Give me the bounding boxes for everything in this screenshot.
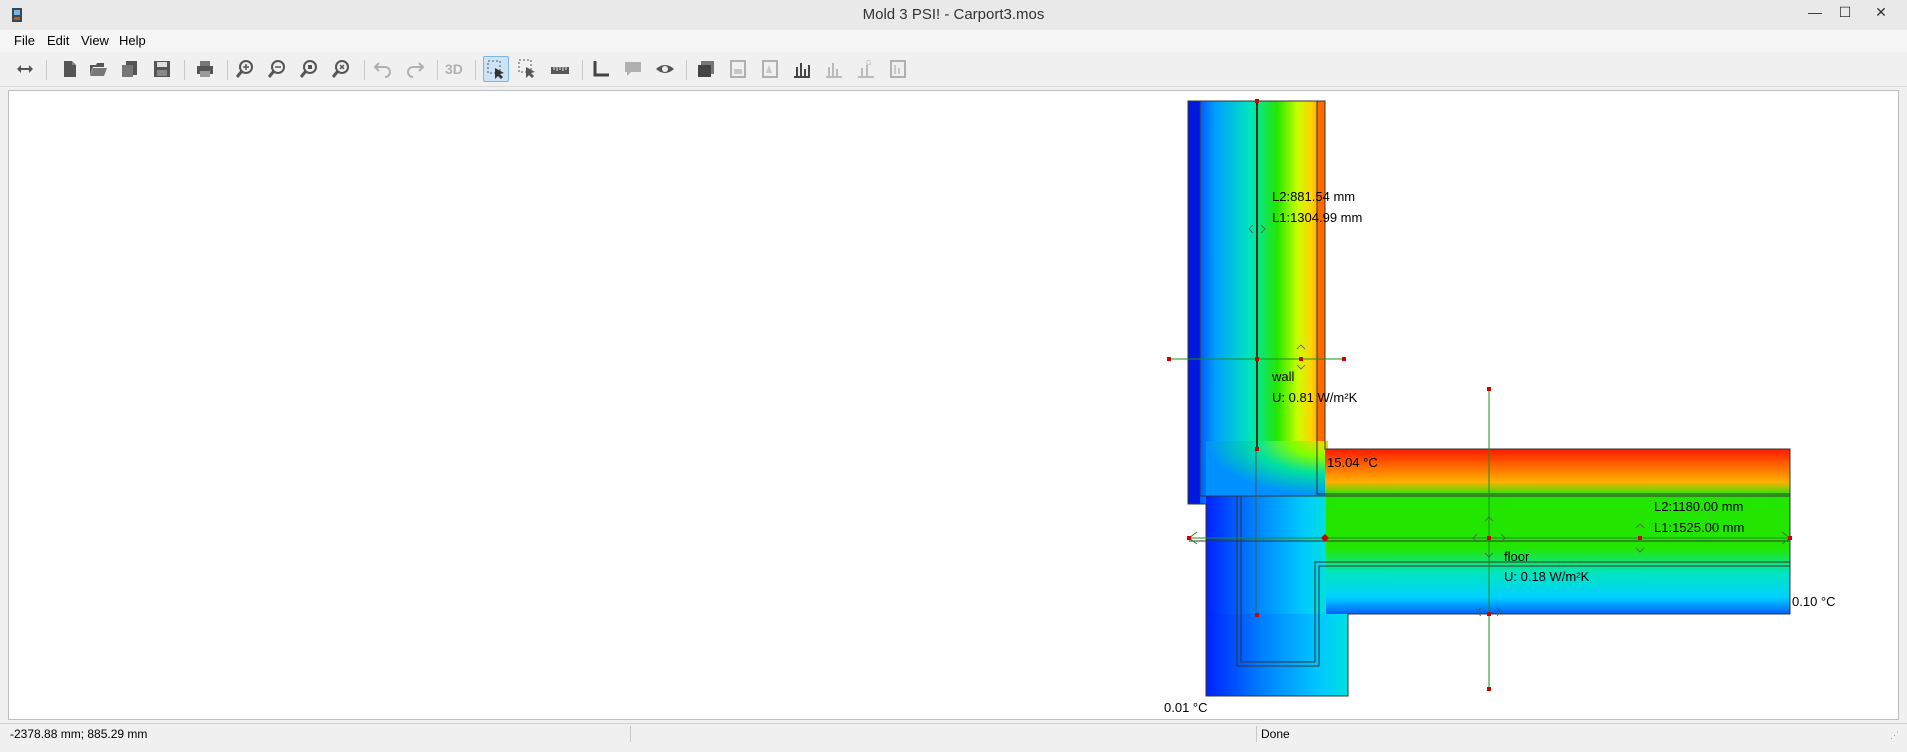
menu-view[interactable]: View	[81, 33, 109, 48]
status-divider	[630, 726, 631, 742]
print-icon[interactable]	[192, 56, 218, 82]
three-d-button[interactable]: 3D	[442, 56, 468, 82]
floor-l1-label: L1:1525.00 mm	[1654, 520, 1744, 535]
toolbar-separator	[437, 60, 438, 80]
layers-icon[interactable]	[693, 56, 719, 82]
status-message: Done	[1261, 727, 1290, 741]
zoom-fit-icon[interactable]	[296, 56, 322, 82]
ruler-icon[interactable]	[547, 56, 573, 82]
graph-icon[interactable]: G	[853, 56, 879, 82]
menu-help[interactable]: Help	[119, 33, 146, 48]
report-icon[interactable]	[725, 56, 751, 82]
three-d-label: 3D	[445, 61, 463, 77]
select-region-icon[interactable]	[515, 56, 541, 82]
close-button[interactable]: ✕	[1866, 0, 1896, 26]
menu-bar: File Edit View Help	[0, 30, 1907, 52]
svg-text:G: G	[866, 60, 871, 67]
swap-horizontal-icon[interactable]	[12, 56, 38, 82]
resize-grip-icon[interactable]: ⋰	[1890, 730, 1899, 741]
foundation-footing[interactable]	[1206, 614, 1348, 696]
status-bar: -2378.88 mm; 885.29 mm Done ⋰	[0, 723, 1907, 744]
menu-edit[interactable]: Edit	[47, 33, 69, 48]
new-file-icon[interactable]	[57, 56, 83, 82]
thermal-drawing[interactable]: L2:881.54 mm L1:1304.99 mm wall U: 0.81 …	[9, 91, 1898, 719]
wall-name-label: wall	[1271, 369, 1295, 384]
select-pointer-icon[interactable]	[483, 56, 509, 82]
toolbar-separator	[46, 60, 47, 80]
inside-temperature-label: 15.04 °C	[1327, 455, 1378, 470]
redo-icon[interactable]	[402, 56, 428, 82]
toolbar-separator	[184, 60, 185, 80]
menu-file[interactable]: File	[14, 33, 35, 48]
toolbar-separator	[475, 60, 476, 80]
maximize-button[interactable]: ☐	[1830, 0, 1860, 26]
chart-disabled-icon[interactable]	[821, 56, 847, 82]
toolbar: 3D G	[0, 52, 1907, 87]
zoom-in-icon[interactable]	[232, 56, 258, 82]
wall-l2-label: L2:881.54 mm	[1272, 189, 1355, 204]
zoom-reset-icon[interactable]	[328, 56, 354, 82]
bottom-temperature-label: 0.01 °C	[1164, 700, 1208, 715]
floor-u-value: U: 0.18 W/m²K	[1504, 569, 1590, 584]
corner-region	[1206, 441, 1328, 496]
window-title: Mold 3 PSI! - Carport3.mos	[862, 6, 1045, 23]
save-icon[interactable]	[149, 56, 175, 82]
eye-icon[interactable]	[652, 56, 678, 82]
wall-outer-layer	[1188, 101, 1200, 504]
comment-icon[interactable]	[620, 56, 646, 82]
wall-l1-label: L1:1304.99 mm	[1272, 210, 1362, 225]
cursor-coordinates: -2378.88 mm; 885.29 mm	[10, 727, 148, 741]
foundation-upper	[1206, 496, 1326, 614]
wall-u-value: U: 0.81 W/m²K	[1272, 390, 1358, 405]
export-chart-icon[interactable]	[885, 56, 911, 82]
title-bar: Mold 3 PSI! - Carport3.mos — ☐ ✕	[0, 0, 1907, 31]
import-icon[interactable]	[117, 56, 143, 82]
toolbar-separator	[582, 60, 583, 80]
report-detail-icon[interactable]	[757, 56, 783, 82]
undo-icon[interactable]	[370, 56, 396, 82]
status-divider	[1256, 726, 1257, 742]
drawing-canvas[interactable]: L2:881.54 mm L1:1304.99 mm wall U: 0.81 …	[8, 90, 1899, 720]
zoom-out-icon[interactable]	[264, 56, 290, 82]
angle-icon[interactable]	[588, 56, 614, 82]
toolbar-separator	[364, 60, 365, 80]
toolbar-separator	[227, 60, 228, 80]
floor-name-label: floor	[1504, 549, 1530, 564]
open-file-icon[interactable]	[85, 56, 111, 82]
minimize-button[interactable]: —	[1800, 0, 1830, 26]
right-temperature-label: 0.10 °C	[1792, 594, 1836, 609]
toolbar-separator	[686, 60, 687, 80]
chart-icon[interactable]	[789, 56, 815, 82]
floor-l2-label: L2:1180.00 mm	[1654, 499, 1743, 514]
